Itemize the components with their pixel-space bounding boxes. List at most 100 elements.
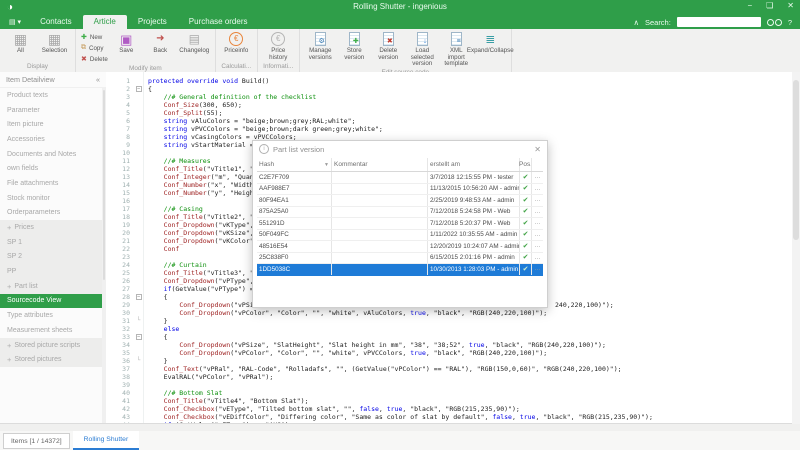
sidebar-item-sourcecode-view[interactable]: Sourcecode View: [0, 294, 106, 309]
version-row[interactable]: 48516E5412/20/2019 10:24:07 AM - admin✔…: [257, 241, 543, 253]
version-hash: C2E7F709: [257, 174, 331, 181]
selection-button[interactable]: ▦Selection: [39, 31, 70, 55]
find-icon[interactable]: [767, 19, 782, 26]
titlebar: ◑ Rolling Shutter - ingenious − ❏ ✕: [0, 0, 800, 15]
version-hash: 551291D: [257, 220, 331, 227]
sidebar-item-sp-1[interactable]: SP 1: [0, 235, 106, 250]
check-icon: ✔: [523, 197, 529, 204]
save-button[interactable]: ▣Save: [111, 31, 142, 55]
sidebar-item-stored-picture-scripts[interactable]: +Stored picture scripts: [0, 338, 106, 353]
collapse-sidebar-icon[interactable]: «: [96, 75, 100, 84]
sidebar-item-parameter[interactable]: Parameter: [0, 103, 106, 118]
line-number: 12: [106, 165, 133, 173]
button-label: Manage versions: [305, 48, 336, 61]
version-row[interactable]: 25C838F06/15/2015 2:01:16 PM - admin✔…: [257, 253, 543, 265]
ribbon-group-modify-item: ✚New⧉Copy✖Delete▣Save➜Back▤ChangelogModi…: [76, 29, 216, 72]
sidebar-item-orderparameters[interactable]: Orderparameters: [0, 206, 106, 221]
sidebar-item-product-texts[interactable]: Product texts: [0, 88, 106, 103]
version-row[interactable]: 50F049FC1/11/2022 10:35:55 AM - admin✔…: [257, 230, 543, 242]
minimize-button[interactable]: −: [747, 1, 752, 10]
version-row[interactable]: AAF988E711/13/2015 10:56:20 AM - admin✔…: [257, 184, 543, 196]
code-text: else: [144, 325, 179, 333]
row-actions-button[interactable]: …: [531, 218, 543, 229]
expand-collapse-button[interactable]: ≣Expand/Collapse: [475, 31, 506, 55]
help-icon[interactable]: ?: [788, 18, 792, 27]
version-row[interactable]: 875A25A07/12/2018 5:24:58 PM - Web✔…: [257, 207, 543, 219]
line-number: 10: [106, 149, 133, 157]
version-row[interactable]: 80F94EA12/25/2019 9:48:53 AM - admin✔…: [257, 195, 543, 207]
sidebar-item-accessories[interactable]: Accessories: [0, 132, 106, 147]
row-actions-button[interactable]: …: [531, 241, 543, 252]
sidebar-item-type-attributes[interactable]: Type attributes: [0, 308, 106, 323]
new-button[interactable]: ✚New: [81, 32, 108, 42]
price-history-button[interactable]: €Price history: [263, 31, 294, 61]
delete-version-button[interactable]: ✖Delete version: [373, 31, 404, 61]
row-actions-button[interactable]: …: [531, 264, 543, 275]
sidebar-item-measurement-sheets[interactable]: Measurement sheets: [0, 323, 106, 338]
load-selected-version-button[interactable]: ↓Load selected version: [407, 31, 438, 68]
sidebar-item-prices[interactable]: +Prices: [0, 220, 106, 235]
line-number: 34: [106, 341, 133, 349]
sidebar-item-stock-monitor[interactable]: Stock monitor: [0, 191, 106, 206]
version-comment: [331, 172, 427, 183]
sidebar-item-documents-and-notes[interactable]: Documents and Notes: [0, 147, 106, 162]
collapse-ribbon-icon[interactable]: ∧: [633, 18, 639, 27]
sidebar-item-part-list[interactable]: +Part list: [0, 279, 106, 294]
sidebar-item-own-fields[interactable]: own fields: [0, 161, 106, 176]
tab-purchase-orders[interactable]: Purchase orders: [178, 15, 259, 29]
version-row[interactable]: 1DD5038C10/30/2013 1:28:03 PM - admin✔…: [257, 264, 543, 276]
back-button[interactable]: ➜Back: [145, 31, 176, 55]
version-created: 11/13/2015 10:56:20 AM - admin: [427, 184, 519, 195]
maximize-button[interactable]: ❏: [766, 1, 773, 10]
tab-projects[interactable]: Projects: [127, 15, 178, 29]
sidebar-item-stored-pictures[interactable]: +Stored pictures: [0, 352, 106, 367]
version-hash: 48516E54: [257, 243, 331, 250]
row-actions-button[interactable]: …: [531, 230, 543, 241]
app-menu-icon[interactable]: ▤ ▾: [0, 18, 29, 29]
store-version-button[interactable]: ✚Store version: [339, 31, 370, 61]
version-row[interactable]: C2E7F7093/7/2018 12:15:55 PM - tester✔…: [257, 172, 543, 184]
line-number: 40: [106, 389, 133, 397]
version-row[interactable]: 551291D7/12/2018 5:20:37 PM - Web✔…: [257, 218, 543, 230]
tab-contacts[interactable]: Contacts: [29, 15, 83, 29]
priceinfo-button[interactable]: €Priceinfo: [221, 31, 252, 55]
pos-cell: ✔: [519, 184, 531, 195]
dialog-titlebar[interactable]: i Part list version ✕: [253, 141, 547, 157]
sidebar-item-file-attachments[interactable]: File attachments: [0, 176, 106, 191]
version-table: Hash ▼ Kommentar erstellt am Pos. C2E7F7…: [257, 158, 543, 304]
code-text: if(GetValue("vPType") ==: [144, 285, 262, 293]
editor-scrollbar[interactable]: [792, 72, 800, 424]
row-actions-button[interactable]: …: [531, 195, 543, 206]
code-text: Conf_Title("vTitle4", "Bottom Slat");: [144, 397, 308, 405]
button-label: Price history: [263, 48, 294, 61]
row-actions-button[interactable]: …: [531, 184, 543, 195]
document-tab[interactable]: Rolling Shutter: [73, 431, 140, 450]
sort-filter-icon[interactable]: ▼: [324, 162, 329, 168]
row-actions-button[interactable]: …: [531, 172, 543, 183]
row-actions-button[interactable]: …: [531, 253, 543, 264]
sidebar-item-item-picture[interactable]: Item picture: [0, 117, 106, 132]
manage-versions-button[interactable]: ⚙ Manage versions: [305, 31, 336, 61]
row-actions-button[interactable]: …: [531, 207, 543, 218]
manage-versions-icon: ⚙: [315, 32, 326, 46]
changelog-button[interactable]: ▤Changelog: [179, 31, 210, 55]
delete-button[interactable]: ✖Delete: [81, 54, 108, 64]
button-label: Delete: [90, 56, 108, 63]
sidebar-item-sp-2[interactable]: SP 2: [0, 250, 106, 265]
pos-cell: ✔: [519, 230, 531, 241]
column-header-erstellt-am[interactable]: erstellt am: [427, 158, 519, 171]
tab-article[interactable]: Article: [83, 15, 127, 29]
close-button[interactable]: ✕: [787, 1, 794, 10]
column-header-pos[interactable]: Pos.: [519, 158, 531, 171]
button-label: Load selected version: [407, 48, 438, 68]
sidebar-item-pp[interactable]: PP: [0, 264, 106, 279]
dialog-close-icon[interactable]: ✕: [534, 145, 541, 154]
copy-button[interactable]: ⧉Copy: [81, 43, 108, 53]
button-label: Save: [119, 48, 133, 55]
all-button[interactable]: ▦All: [5, 31, 36, 55]
search-input[interactable]: [677, 17, 761, 27]
version-created: 2/25/2019 9:48:53 AM - admin: [427, 195, 519, 206]
column-header-hash[interactable]: Hash ▼: [257, 161, 331, 168]
column-header-kommentar[interactable]: Kommentar: [331, 158, 427, 171]
code-text: Conf_Dropdown("vPColor", "Color", "", "w…: [144, 309, 547, 317]
